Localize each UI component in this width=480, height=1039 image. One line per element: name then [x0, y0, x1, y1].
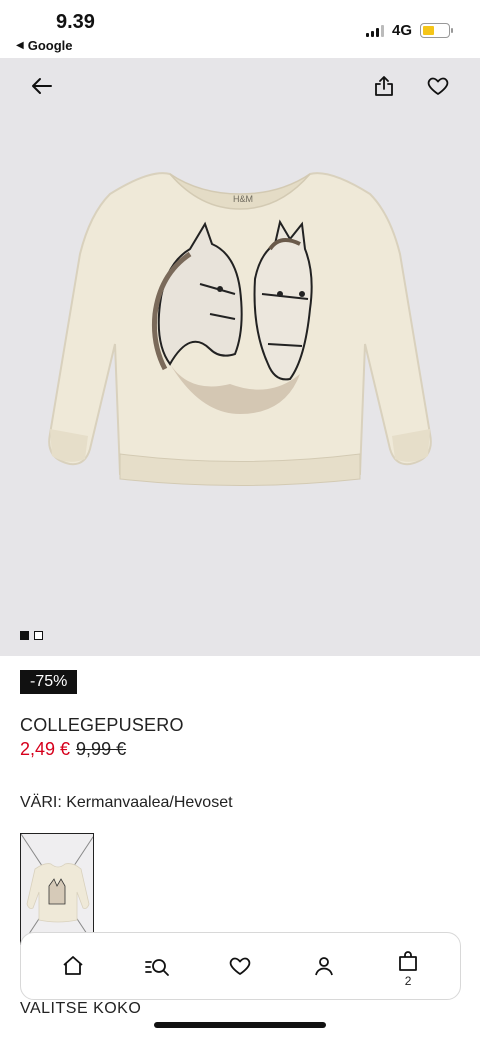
- status-indicators: 4G: [365, 22, 453, 39]
- pager-dot[interactable]: [20, 631, 29, 640]
- bag-icon: [399, 951, 417, 971]
- nav-home[interactable]: [53, 946, 93, 986]
- bottom-navigation: 2: [20, 932, 461, 1000]
- sweater-product-image: H&M: [48, 172, 432, 486]
- nav-cart[interactable]: 2: [388, 946, 428, 988]
- original-price: 9,99 €: [76, 739, 127, 759]
- share-icon: [375, 76, 393, 96]
- search-icon: [144, 959, 169, 976]
- sale-price: 2,49 €: [20, 739, 71, 759]
- back-app-label: Google: [27, 38, 73, 53]
- nav-account[interactable]: [304, 946, 344, 986]
- product-title: COLLEGEPUSERO: [20, 715, 184, 735]
- network-type: 4G: [391, 22, 412, 39]
- product-image-gallery[interactable]: H&M: [0, 58, 480, 656]
- color-label: VÄRI: Kermanvaalea/Hevoset: [20, 794, 233, 811]
- price-row: 2,49 € 9,99 €: [20, 739, 126, 760]
- back-button[interactable]: [28, 72, 56, 100]
- image-pager[interactable]: [20, 631, 43, 640]
- nav-search[interactable]: [137, 946, 177, 986]
- home-icon: [63, 956, 83, 975]
- status-time: 9.39: [56, 11, 95, 33]
- battery-icon: [420, 23, 453, 38]
- heart-icon: [230, 957, 251, 975]
- arrow-left-icon: [32, 78, 52, 94]
- heart-outline-icon: [427, 77, 449, 95]
- back-triangle-icon: ◀: [16, 40, 24, 51]
- favorite-button[interactable]: [424, 72, 452, 100]
- swatch-thumbnail: [21, 834, 93, 944]
- battery-level: [423, 26, 434, 35]
- select-size-heading: VALITSE KOKO: [20, 1000, 142, 1017]
- cart-count: 2: [404, 974, 412, 988]
- back-to-app-link[interactable]: ◀ Google: [16, 38, 72, 53]
- brand-tag-text: H&M: [233, 194, 253, 204]
- signal-icon: [365, 24, 384, 37]
- discount-badge: -75%: [20, 670, 78, 694]
- account-icon: [315, 957, 334, 976]
- share-button[interactable]: [370, 72, 398, 100]
- home-indicator[interactable]: [154, 1022, 326, 1028]
- color-swatch-selected[interactable]: [20, 833, 94, 945]
- pager-dot[interactable]: [34, 631, 43, 640]
- status-bar: 9.39 ◀ Google 4G: [0, 0, 480, 58]
- nav-favorites[interactable]: [220, 946, 260, 986]
